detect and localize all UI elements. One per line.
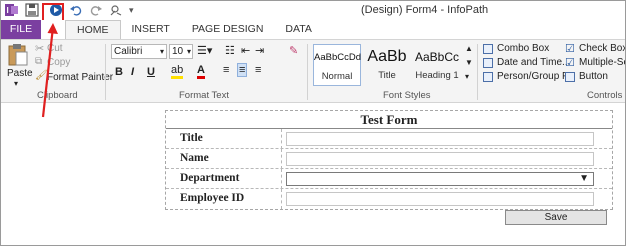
chevron-down-icon: ▾ [186,47,191,56]
style-heading-1-sample: AaBbCc [414,50,460,64]
style-title-label: Title [378,70,396,81]
increase-indent-icon[interactable]: ⇥ [255,44,264,57]
tab-home[interactable]: HOME [65,20,121,39]
align-right-icon[interactable]: ≡ [255,64,261,76]
font-color-icon[interactable]: A [197,64,205,79]
window-title: (Design) Form4 - InfoPath [361,4,489,16]
copy-button[interactable]: Copy [47,57,70,68]
style-heading-1-label: Heading 1 [415,70,459,81]
cell-divider [281,149,282,169]
form-row: Name [166,149,612,169]
font-name-select[interactable]: Calibri ▾ [111,44,167,59]
field-label: Employee ID [180,192,245,204]
date-time-icon[interactable] [483,58,493,68]
controls-group-label: Controls [587,90,623,101]
style-title-sample: AaBb [367,48,407,65]
separator [307,44,308,100]
bullets-icon[interactable]: ☰▾ [197,44,212,57]
field-label: Name [180,152,209,164]
align-center-icon[interactable]: ≡ [237,63,248,77]
style-normal[interactable]: AaBbCcDd Normal [313,44,361,86]
font-size-select[interactable]: 10 ▾ [169,44,193,59]
styles-more-icon[interactable]: ▾ [465,72,469,81]
chevron-down-icon: ▼ [579,173,589,184]
form-canvas: Test Form Title Name Department ▼ Employ… [1,104,625,245]
font-styles-group-label: Font Styles [383,90,431,101]
cut-button[interactable]: Cut [47,43,63,54]
form-title: Test Form [166,111,612,129]
field-label: Title [180,132,203,144]
date-time-control[interactable]: Date and Time... [497,57,570,68]
save-button[interactable]: Save [505,210,607,225]
clear-format-icon[interactable]: ✎ [289,44,298,57]
paste-button[interactable]: Paste [7,68,33,79]
multiple-select-icon[interactable]: ☑ [565,56,575,69]
style-heading-1[interactable]: AaBbCc Heading 1 [413,44,461,86]
form-row: Title [166,129,612,149]
check-box-icon[interactable]: ☑ [565,42,575,55]
clipboard-group-label: Clipboard [37,90,78,101]
cut-icon[interactable]: ✂ [35,42,44,55]
ribbon: Paste ▾ ✂ Cut ⧉ Copy 🖌 Format Painter Cl… [1,39,625,103]
numbering-icon[interactable]: ☷ [225,44,235,57]
customize-icon[interactable] [109,3,123,17]
save-icon[interactable] [25,3,39,17]
button-control-icon[interactable] [565,72,575,82]
title-bar: I ▾ (Design) Form4 - InfoPath [1,1,625,23]
form-row: Employee ID [166,189,612,209]
underline-button[interactable]: U [147,66,155,78]
multiple-select-control[interactable]: Multiple-Sele [579,57,625,68]
qat-dropdown-icon[interactable]: ▾ [129,5,134,16]
italic-button[interactable]: I [131,66,134,78]
separator [105,44,106,100]
ribbon-tabs: FILE HOME INSERT PAGE DESIGN DATA [1,20,625,39]
format-text-group-label: Format Text [179,90,229,101]
highlight-icon[interactable]: ab [171,64,184,79]
style-normal-label: Normal [321,71,353,82]
redo-icon[interactable] [89,3,103,17]
person-group-control[interactable]: Person/Group P... [497,71,576,82]
style-normal-sample: AaBbCcDd [314,52,361,63]
button-control[interactable]: Button [579,71,608,82]
cell-divider [281,129,282,149]
bold-button[interactable]: B [115,66,123,78]
infopath-window: I ▾ (Design) Form4 - InfoPath FILE HOME [0,0,626,246]
font-name-value: Calibri [114,46,143,57]
department-select[interactable]: ▼ [286,172,594,186]
style-title[interactable]: AaBb Title [363,44,411,86]
paste-dropdown-icon[interactable]: ▾ [14,79,18,88]
infopath-logo-icon: I [5,3,19,17]
form-table: Test Form Title Name Department ▼ Employ… [165,110,613,210]
title-input[interactable] [286,132,594,146]
person-group-icon[interactable] [483,72,493,82]
styles-scroll-up-icon[interactable]: ▲ [465,44,473,53]
tab-insert[interactable]: INSERT [121,20,181,39]
check-box-control[interactable]: Check Box [579,43,625,54]
copy-icon[interactable]: ⧉ [35,56,42,67]
svg-text:I: I [7,6,9,15]
cell-divider [281,189,282,209]
format-painter-button[interactable]: Format Painter [47,72,113,83]
tab-file[interactable]: FILE [1,20,41,39]
undo-icon[interactable] [69,3,83,17]
tab-page-design[interactable]: PAGE DESIGN [181,20,275,39]
tab-data[interactable]: DATA [274,20,322,39]
chevron-down-icon: ▾ [159,47,164,56]
quick-access-toolbar: I ▾ [5,3,134,17]
form-row: Department ▼ [166,169,612,189]
format-painter-icon[interactable]: 🖌 [35,70,48,81]
field-label: Department [180,172,240,184]
cell-divider [281,169,282,189]
combo-box-control[interactable]: Combo Box [497,43,549,54]
align-left-icon[interactable]: ≡ [223,64,229,76]
employee-id-input[interactable] [286,192,594,206]
font-size-value: 10 [172,46,184,57]
name-input[interactable] [286,152,594,166]
separator [477,44,478,100]
paste-icon[interactable] [7,43,29,70]
decrease-indent-icon[interactable]: ⇤ [241,44,250,57]
styles-scroll-down-icon[interactable]: ▼ [465,58,473,67]
combo-box-icon[interactable] [483,44,493,54]
